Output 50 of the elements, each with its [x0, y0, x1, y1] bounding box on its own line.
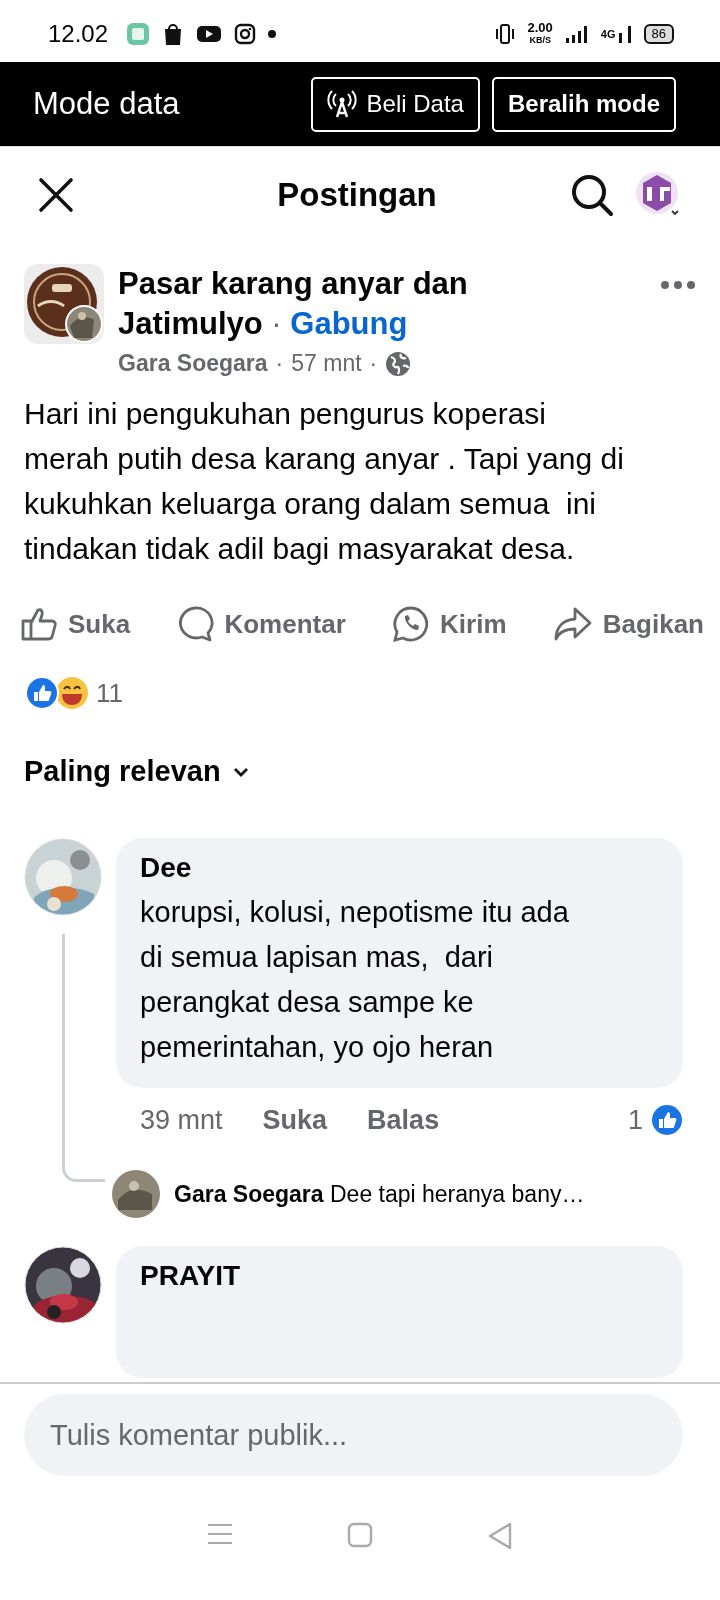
close-icon[interactable] — [38, 176, 74, 213]
play-icon — [196, 24, 223, 44]
page-title: Postingan — [276, 175, 438, 214]
thumbs-up-icon — [20, 606, 58, 642]
speech-bubble-icon — [176, 605, 215, 643]
post-action[interactable]: Kirim — [388, 601, 511, 647]
more-icon[interactable] — [660, 280, 696, 290]
search-icon[interactable] — [570, 172, 614, 217]
post-time: 57 mnt — [291, 350, 362, 377]
camera-icon — [234, 23, 257, 45]
phone-bubble-icon — [392, 605, 431, 643]
separator-dot: · — [369, 350, 378, 377]
post-action[interactable]: Bagikan — [548, 601, 708, 647]
signal-icon — [617, 24, 632, 44]
banner-button[interactable]: Beralih mode — [491, 76, 676, 132]
group-title[interactable]: Pasar karang anyar dan Jatimulyo · Gabung — [118, 264, 538, 344]
banner-button[interactable]: Beli Data — [310, 76, 480, 132]
sort-dropdown[interactable]: Paling relevan — [24, 755, 249, 788]
comment-input-field[interactable]: Tulis komentar publik... — [24, 1394, 683, 1476]
status-time: 12.02 — [48, 20, 109, 48]
join-link[interactable]: Gabung — [290, 306, 408, 341]
separator-dot: · — [275, 350, 284, 377]
like-count: 1 — [627, 1104, 643, 1136]
network-label: 4G — [600, 28, 616, 40]
dot-icon — [268, 30, 277, 38]
reaction-count[interactable]: 11 — [96, 677, 123, 709]
share-arrow-icon — [552, 606, 593, 642]
reply-preview[interactable]: Gara Soegara Dee tapi heranya bany… — [174, 1180, 585, 1208]
post-text: Hari ini pengukuhan pengurus koperasi merah putih desa karang anyar . Tapi yang di kukuhkan keluarga orang dalam semua ini tindakan tidak adil bagi masyarakat desa. — [24, 396, 624, 567]
post-action[interactable]: Komentar — [172, 601, 350, 647]
post-action[interactable]: Suka — [16, 601, 135, 647]
vibrate-icon — [493, 23, 516, 45]
like-badge-icon — [651, 1104, 683, 1136]
battery-level: 86 — [643, 24, 674, 44]
antenna-icon — [326, 89, 357, 119]
speed-value: 2.00 — [527, 22, 553, 34]
comment-text: korupsi, kolusi, nepotisme itu ada di semua lapisan mas, dari perangkat desa sampe ke pemerintahan, yo ojo heran — [140, 895, 570, 1065]
chevron-down-icon — [232, 766, 249, 777]
reaction-icons[interactable] — [24, 675, 90, 711]
comment-time: 39 mnt — [140, 1104, 223, 1136]
speed-unit: KB/S — [529, 34, 551, 46]
commenter-name[interactable]: PRAYIT — [140, 1260, 659, 1292]
author-name[interactable]: Gara Soegara — [118, 350, 268, 377]
globe-icon — [385, 350, 412, 377]
banner-title: Mode data — [33, 86, 180, 122]
signal-icon — [564, 24, 589, 44]
app-icon — [126, 22, 151, 46]
commenter-name[interactable]: Dee — [140, 852, 659, 884]
comment-action[interactable]: Balas — [367, 1104, 440, 1136]
comment-action[interactable]: Suka — [262, 1104, 328, 1136]
